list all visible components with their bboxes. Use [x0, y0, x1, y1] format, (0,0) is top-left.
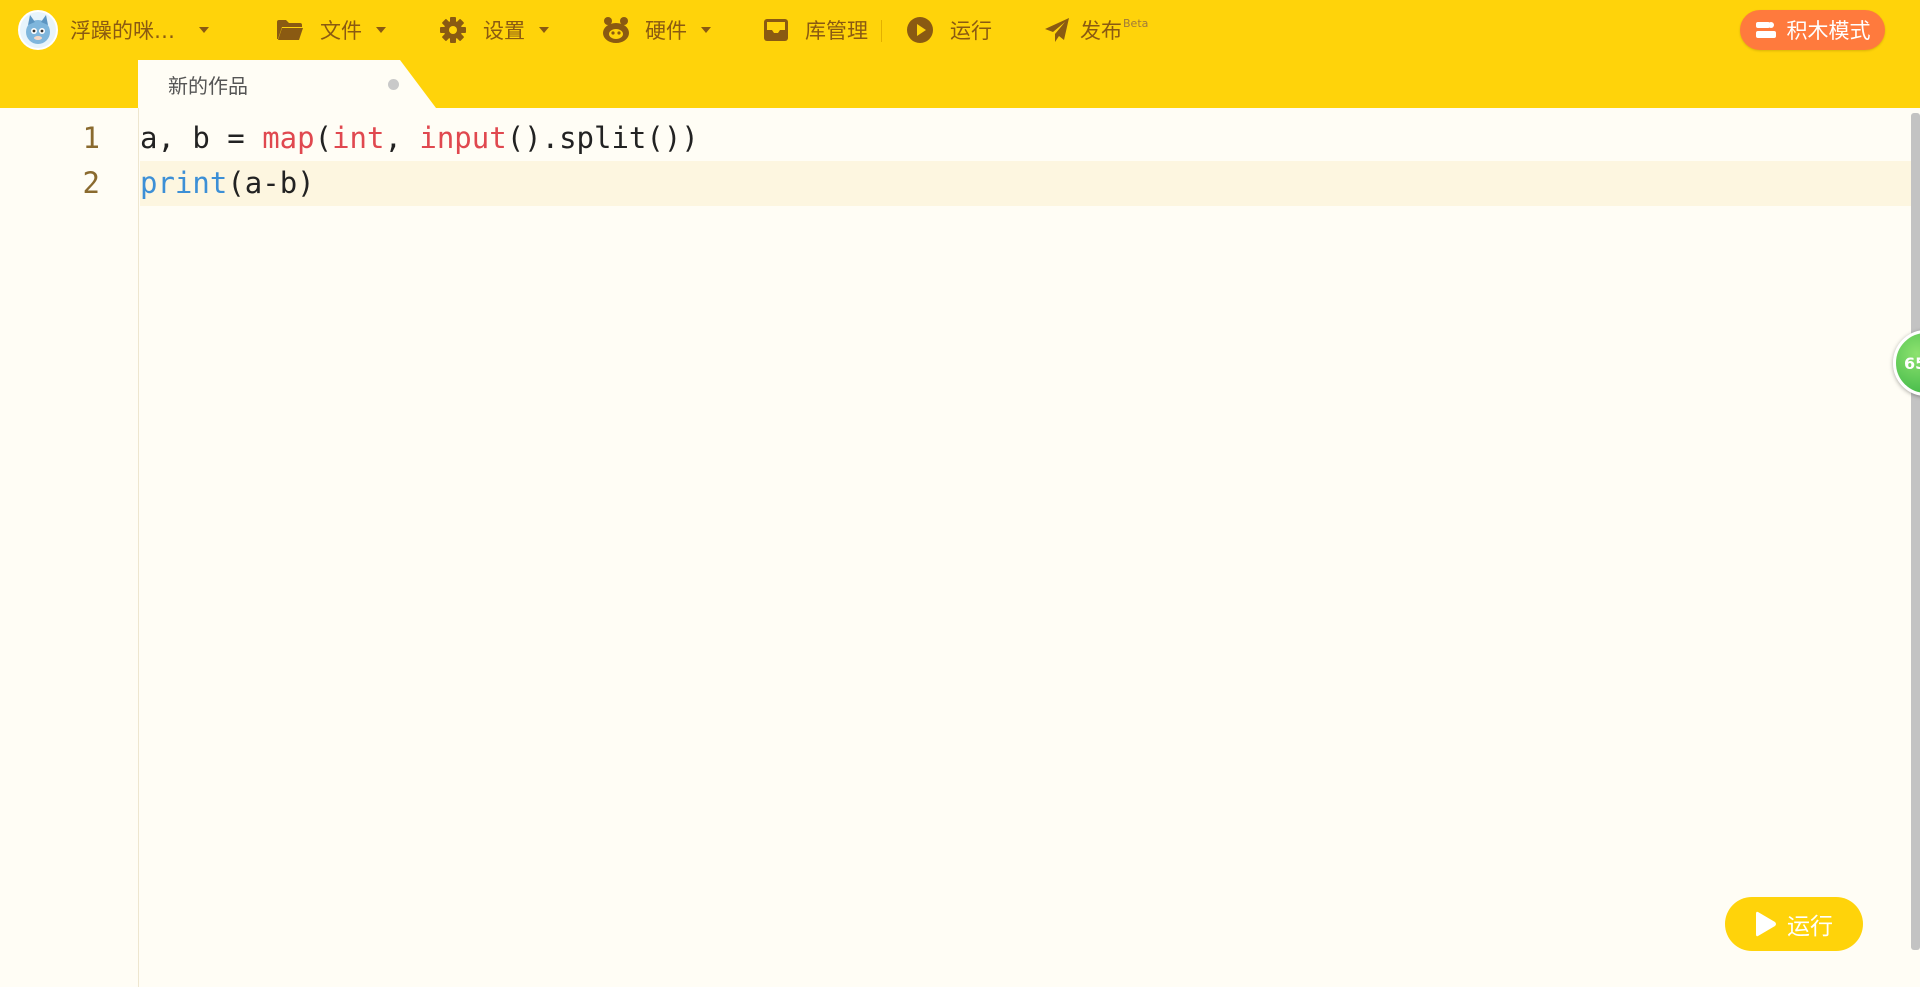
hardware-menu-label: 硬件: [645, 19, 687, 43]
play-circle-icon: [906, 16, 934, 44]
code-editor[interactable]: 1 2 a, b = map(int, input().split()) pri…: [0, 108, 1920, 987]
line-number-gutter: 1 2: [0, 108, 139, 987]
code-token-builtin: input: [419, 121, 507, 155]
run-menu-label: 运行: [950, 19, 992, 43]
file-tab-bar: 新的作品: [0, 60, 1920, 108]
code-token-builtin: map: [262, 121, 315, 155]
chevron-down-icon: [701, 27, 711, 33]
tab-label: 新的作品: [168, 73, 248, 98]
block-mode-button[interactable]: 积木模式: [1740, 10, 1885, 50]
code-token: ,: [384, 121, 420, 155]
publish-menu-label: 发布: [1080, 19, 1122, 43]
gear-icon: [439, 16, 467, 44]
paper-plane-icon: [1044, 17, 1070, 43]
file-menu-label: 文件: [320, 19, 362, 43]
settings-menu-label: 设置: [483, 19, 525, 43]
block-mode-label: 积木模式: [1786, 19, 1871, 43]
run-button[interactable]: 运行: [1725, 897, 1863, 951]
chevron-down-icon: [376, 27, 386, 33]
robot-icon: [601, 16, 631, 44]
line-number: 2: [82, 166, 100, 200]
publish-menu[interactable]: 发布 Beta: [1044, 0, 1148, 60]
menu-divider: [881, 20, 882, 42]
app-window: 浮躁的咪… 文件 设置 硬件 库管理 运行 发布 Beta 积木模式 新的作品 …: [0, 0, 1920, 987]
mascot-icon: [26, 15, 50, 44]
line-number: 1: [82, 121, 100, 155]
code-token: ().split()): [506, 121, 699, 155]
chevron-down-icon: [199, 27, 209, 33]
code-token: (a-b): [227, 166, 315, 200]
beta-badge: Beta: [1123, 16, 1149, 30]
code-token: (: [314, 121, 333, 155]
code-line-2[interactable]: print(a-b): [140, 161, 1912, 206]
floating-ball-text: 65: [1904, 353, 1920, 373]
file-menu[interactable]: 文件: [276, 0, 386, 60]
code-line-1[interactable]: a, b = map(int, input().split()): [140, 116, 1912, 161]
hardware-menu[interactable]: 硬件: [601, 0, 711, 60]
library-manager-menu[interactable]: 库管理: [763, 0, 868, 60]
unsaved-dot-icon[interactable]: [388, 79, 399, 90]
inbox-icon: [763, 18, 789, 42]
run-button-label: 运行: [1787, 914, 1833, 940]
code-token-keyword: print: [140, 166, 228, 200]
top-menu-bar: 浮躁的咪… 文件 设置 硬件 库管理 运行 发布 Beta 积木模式: [0, 0, 1920, 60]
code-token-builtin: int: [332, 121, 385, 155]
avatar[interactable]: [18, 10, 58, 50]
chevron-down-icon: [539, 27, 549, 33]
folder-icon: [276, 18, 304, 42]
project-menu[interactable]: 浮躁的咪…: [18, 0, 209, 60]
editor-scrollbar[interactable]: [1911, 113, 1920, 950]
tab-new-work[interactable]: 新的作品: [138, 60, 438, 108]
library-manager-label: 库管理: [805, 19, 868, 43]
settings-menu[interactable]: 设置: [439, 0, 549, 60]
play-icon: [1755, 910, 1777, 938]
run-menu[interactable]: 运行: [906, 0, 992, 60]
code-token: a, b =: [140, 121, 263, 155]
project-name: 浮躁的咪…: [70, 19, 175, 43]
blocks-toggle-icon: [1755, 20, 1777, 40]
